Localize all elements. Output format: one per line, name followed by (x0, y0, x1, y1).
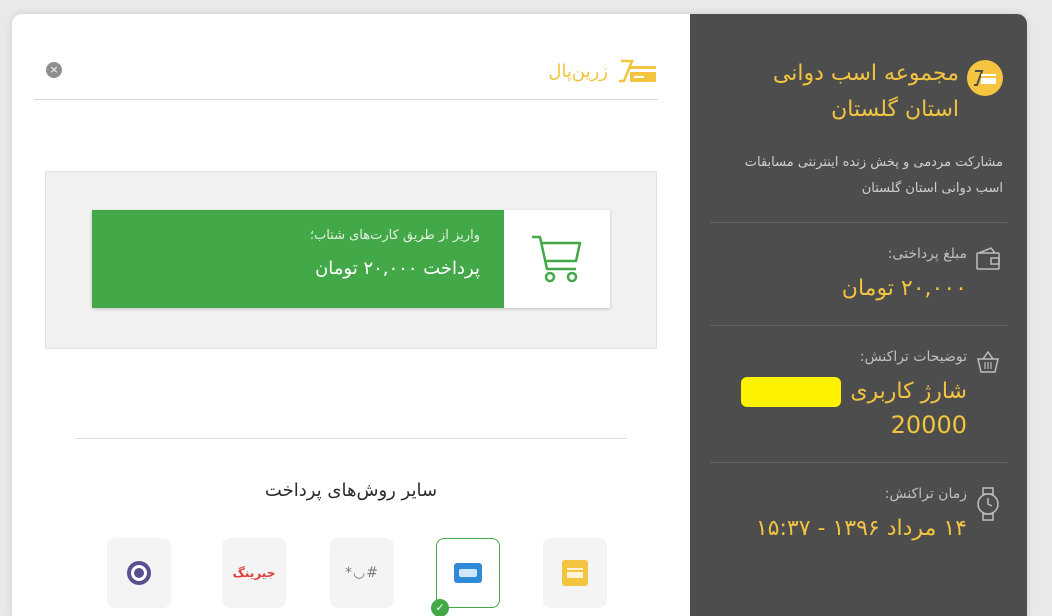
time-value: ۱۴ مرداد ۱۳۹۶ - ۱۵:۳۷ (755, 516, 967, 541)
watch-icon (973, 487, 1003, 521)
payment-main: × زرین‌پال واریز از طریق کارت‌های شتاب؛ … (12, 14, 690, 616)
brand-name: زرین‌پال (548, 60, 608, 82)
shetab-pay-text[interactable]: واریز از طریق کارت‌های شتاب؛ پرداخت ۲۰,۰… (92, 210, 504, 308)
amount-value: ۲۰,۰۰۰ تومان (841, 276, 967, 301)
divider (75, 438, 627, 439)
method-card[interactable]: ✓ (431, 538, 500, 616)
close-icon[interactable]: × (46, 62, 62, 78)
transaction-value: شارژ کاربری (741, 376, 967, 408)
shetab-subtitle: واریز از طریق کارت‌های شتاب؛ (309, 228, 480, 243)
transaction-row: توضیحات تراکنش: شارژ کاربری 20000 (714, 346, 1003, 442)
merchant-name: مجموعه اسب دوانی استان گلستان (772, 61, 959, 122)
merchant-logo-icon (967, 60, 1003, 96)
bank-seal-icon (127, 561, 151, 585)
shetab-action-label: پرداخت ۲۰,۰۰۰ تومان (315, 258, 480, 279)
amount-label: مبلغ پرداختی: (887, 246, 967, 262)
merchant-header: مجموعه اسب دوانی استان گلستان (714, 56, 1003, 128)
amount-row: مبلغ پرداختی: ۲۰,۰۰۰ تومان (714, 243, 1003, 305)
cart-icon-area (504, 210, 610, 308)
wallet-icon (973, 247, 1003, 271)
card-icon (454, 563, 482, 583)
ussd-icon: *◡# (345, 565, 379, 581)
zarinpal-card-icon (562, 560, 588, 586)
method-zarin-card[interactable] (543, 538, 607, 608)
other-methods-list: جیرینگ *◡# ✓ (107, 538, 607, 616)
time-row: زمان تراکنش: ۱۴ مرداد ۱۳۹۶ - ۱۵:۳۷ (714, 483, 1003, 545)
redaction-mark (741, 377, 842, 407)
cart-icon (532, 235, 582, 283)
other-methods-title: سایر روش‌های پرداخت (264, 480, 438, 501)
zarinpal-logo-icon (619, 59, 656, 83)
jiring-logo: جیرینگ (232, 566, 276, 580)
shetab-section: واریز از طریق کارت‌های شتاب؛ پرداخت ۲۰,۰… (45, 171, 657, 349)
divider (710, 325, 1007, 326)
transaction-value-text: شارژ کاربری (850, 379, 967, 404)
shetab-pay-button[interactable]: واریز از طریق کارت‌های شتاب؛ پرداخت ۲۰,۰… (92, 210, 610, 308)
divider (710, 222, 1007, 223)
zarinpal-brand: زرین‌پال (548, 58, 658, 84)
method-jiring[interactable]: جیرینگ (222, 538, 286, 608)
payment-modal: × زرین‌پال واریز از طریق کارت‌های شتاب؛ … (12, 14, 1027, 616)
modal-header: × زرین‌پال (34, 54, 658, 100)
merchant-description: مشارکت مردمی و پخش زنده اینترنتی مسابقات… (744, 155, 1003, 196)
divider (710, 462, 1007, 463)
method-bank[interactable] (107, 538, 171, 608)
time-label: زمان تراکنش: (884, 486, 967, 502)
basket-icon (973, 350, 1003, 374)
transaction-label: توضیحات تراکنش: (859, 349, 967, 365)
method-ussd[interactable]: *◡# (330, 538, 394, 608)
transaction-value-number: 20000 (890, 411, 967, 439)
selected-check-icon: ✓ (431, 599, 449, 616)
merchant-panel: مجموعه اسب دوانی استان گلستان مشارکت مرد… (690, 14, 1027, 616)
